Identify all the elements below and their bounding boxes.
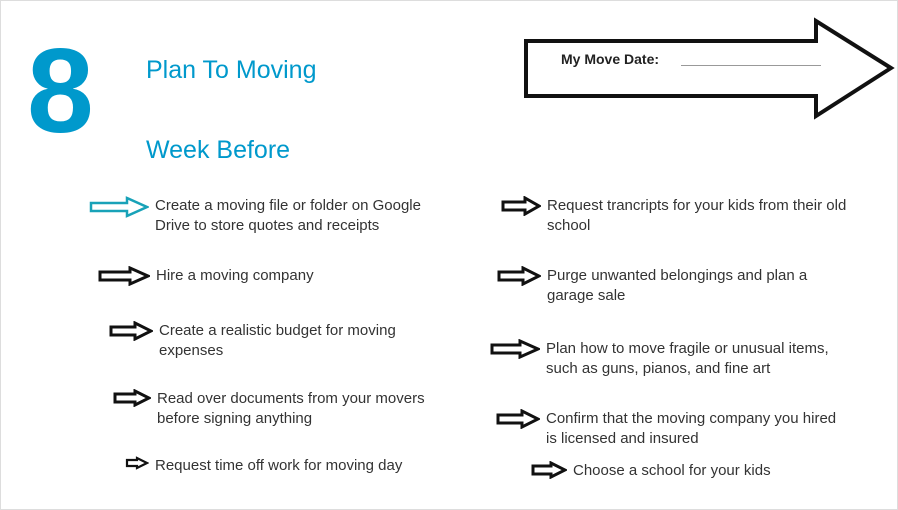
checklist-item: Request time off work for moving day	[125, 456, 402, 476]
checklist-item-text: Choose a school for your kids	[573, 461, 771, 481]
checklist-item: Plan how to move fragile or unusual item…	[490, 339, 846, 380]
title-week-before: Week Before	[146, 136, 290, 165]
arrow-right-icon	[109, 321, 153, 346]
arrow-right-icon	[501, 196, 541, 221]
arrow-right-icon	[125, 456, 149, 475]
arrow-right-icon	[496, 409, 540, 434]
checklist-item: Create a moving file or folder on Google…	[89, 196, 455, 237]
checklist-item-text: Request time off work for moving day	[155, 456, 402, 476]
checklist-item-text: Read over documents from your movers bef…	[157, 389, 457, 430]
checklist-item-text: Request trancripts for your kids from th…	[547, 196, 847, 237]
checklist-item-text: Hire a moving company	[156, 266, 314, 286]
week-number: 8	[27, 31, 94, 151]
title-plan-to-moving: Plan To Moving	[146, 56, 316, 85]
arrow-right-icon	[497, 266, 541, 291]
checklist-item-text: Purge unwanted belongings and plan a gar…	[547, 266, 847, 307]
checklist-item: Choose a school for your kids	[531, 461, 771, 484]
arrow-right-icon	[89, 196, 149, 223]
checklist-item: Read over documents from your movers bef…	[113, 389, 457, 430]
checklist-item-text: Plan how to move fragile or unusual item…	[546, 339, 846, 380]
checklist-item: Purge unwanted belongings and plan a gar…	[497, 266, 847, 307]
arrow-right-icon	[113, 389, 151, 412]
arrow-right-icon	[98, 266, 150, 291]
checklist-item: Request trancripts for your kids from th…	[501, 196, 847, 237]
move-date-blank-line	[681, 65, 821, 66]
arrow-right-icon	[490, 339, 540, 364]
checklist-item-text: Confirm that the moving company you hire…	[546, 409, 846, 450]
checklist-item-text: Create a moving file or folder on Google…	[155, 196, 455, 237]
checklist-item: Create a realistic budget for moving exp…	[109, 321, 459, 362]
checklist-item-text: Create a realistic budget for moving exp…	[159, 321, 459, 362]
move-date-arrow	[516, 16, 896, 121]
checklist-item: Confirm that the moving company you hire…	[496, 409, 846, 450]
checklist-item: Hire a moving company	[98, 266, 314, 291]
move-date-label: My Move Date:	[561, 51, 659, 67]
arrow-right-icon	[531, 461, 567, 484]
